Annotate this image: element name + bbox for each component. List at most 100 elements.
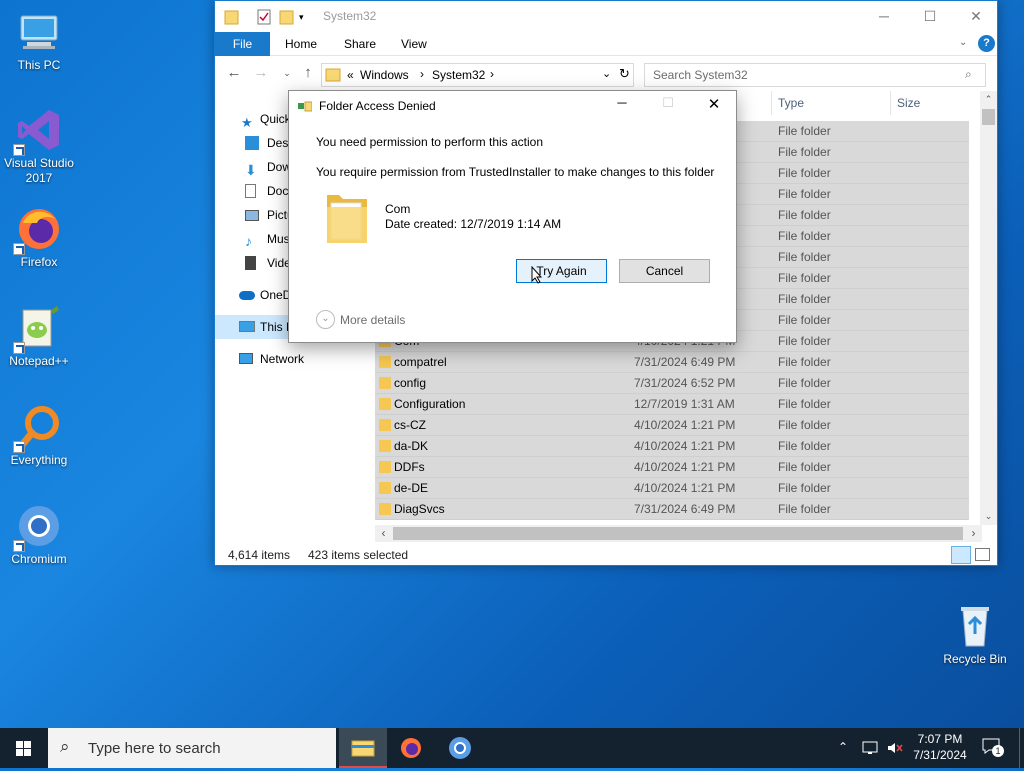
folder-icon	[325, 187, 369, 247]
desktop-icon-label: Everything	[10, 453, 68, 467]
file-type: File folder	[778, 124, 831, 138]
file-row[interactable]: Configuration 12/7/2019 1:31 AM File folde…	[375, 394, 969, 415]
file-type: File folder	[778, 355, 831, 369]
scroll-thumb[interactable]	[982, 109, 995, 125]
ribbon-tabs: File Home Share View ⌄ ?	[215, 32, 997, 56]
notepadpp-icon	[13, 304, 63, 354]
taskbar: ⌕ Type here to search ⌃ 7:07 PM 7/31/202…	[0, 728, 1024, 768]
new-folder-icon[interactable]	[279, 8, 295, 26]
desktop-icon-recycle-bin[interactable]: Recycle Bin	[937, 602, 1013, 667]
network-status-icon[interactable]	[862, 740, 880, 756]
file-row[interactable]: DDFs 4/10/2024 1:21 PM File folder	[375, 457, 969, 478]
desktop-icon-everything[interactable]: Everything	[1, 403, 77, 468]
back-arrow-icon[interactable]: ←	[224, 64, 244, 82]
refresh-icon[interactable]: ↻	[619, 66, 630, 82]
file-name: cs-CZ	[394, 418, 426, 432]
horizontal-scrollbar[interactable]: ‹ ›	[375, 525, 982, 542]
dialog-close-button[interactable]: ✕	[703, 95, 725, 117]
expand-ribbon-icon[interactable]: ⌄	[959, 37, 967, 48]
file-type: File folder	[778, 313, 831, 327]
address-bar[interactable]: « Windows › System32 › ⌄ ↻	[321, 63, 634, 87]
file-date: 4/10/2024 1:21 PM	[634, 460, 736, 474]
file-row[interactable]: da-DK 4/10/2024 1:21 PM File folder	[375, 436, 969, 457]
desktop-icon-firefox[interactable]: Firefox	[1, 205, 77, 270]
nav-label: Network	[260, 352, 305, 366]
search-input[interactable]: Search System32	[653, 68, 748, 82]
windows-logo-icon	[16, 741, 31, 756]
file-row[interactable]: config 7/31/2024 6:52 PM File folder	[375, 373, 969, 394]
breadcrumb-windows[interactable]: Windows	[360, 68, 409, 82]
desktop-icon-this-pc[interactable]: This PC	[1, 8, 77, 73]
folder-icon	[224, 8, 240, 26]
try-again-button[interactable]: Try Again	[516, 259, 607, 283]
tab-view[interactable]: View	[387, 32, 441, 56]
vertical-scrollbar[interactable]: ⌃ ⌄	[980, 91, 997, 525]
start-button[interactable]	[0, 728, 48, 768]
this-pc-icon	[15, 8, 63, 56]
taskbar-search-input[interactable]: Type here to search	[88, 740, 221, 757]
shortcut-arrow-icon	[13, 243, 25, 255]
notification-center-icon[interactable]: 1	[982, 738, 1004, 758]
more-details-toggle[interactable]: ⌄ More details	[316, 310, 436, 332]
help-icon[interactable]: ?	[978, 35, 995, 52]
file-row[interactable]: de-DE 4/10/2024 1:21 PM File folder	[375, 478, 969, 499]
scroll-thumb[interactable]	[393, 527, 963, 540]
desktop-icon-visual-studio[interactable]: Visual Studio 2017	[1, 106, 77, 186]
file-type: File folder	[778, 418, 831, 432]
properties-icon[interactable]	[256, 8, 272, 26]
scroll-up-icon[interactable]: ⌃	[980, 91, 997, 108]
large-icons-view-icon[interactable]	[975, 548, 990, 561]
taskbar-chromium[interactable]	[436, 728, 484, 768]
address-dropdown-icon[interactable]: ⌄	[602, 67, 611, 80]
customize-quick-access-icon[interactable]: ▾	[299, 8, 315, 26]
file-row[interactable]: compatrel 7/31/2024 6:49 PM File folder	[375, 352, 969, 373]
scroll-down-icon[interactable]: ⌄	[980, 508, 997, 525]
file-date: 7/31/2024 6:49 PM	[634, 502, 736, 516]
breadcrumb-separator-icon: ›	[420, 67, 424, 81]
column-header-size[interactable]: Size	[897, 91, 920, 115]
cancel-button[interactable]: Cancel	[619, 259, 710, 283]
maximize-button[interactable]: ☐	[907, 1, 953, 32]
up-arrow-icon[interactable]: ↑	[298, 64, 318, 82]
tab-share[interactable]: Share	[330, 32, 390, 56]
tab-file[interactable]: File	[215, 32, 270, 56]
taskbar-search-box[interactable]: ⌕ Type here to search	[48, 728, 336, 768]
file-name: DiagSvcs	[394, 502, 445, 516]
taskbar-firefox[interactable]	[387, 728, 435, 768]
file-type: File folder	[778, 229, 831, 243]
folder-icon	[379, 440, 391, 452]
scroll-right-icon[interactable]: ›	[965, 525, 982, 542]
file-row[interactable]: cs-CZ 4/10/2024 1:21 PM File folder	[375, 415, 969, 436]
window-title: System32	[323, 9, 377, 23]
recycle-bin-icon	[951, 602, 999, 650]
column-header-type[interactable]: Type	[778, 91, 804, 115]
tray-show-hidden-icon[interactable]: ⌃	[838, 740, 848, 756]
nav-network[interactable]: Network	[215, 347, 373, 371]
picture-icon	[245, 210, 259, 221]
recent-locations-icon[interactable]: ⌄	[277, 64, 297, 82]
desktop-icon-label: Chromium	[11, 552, 67, 566]
cloud-icon	[239, 291, 255, 300]
taskbar-file-explorer[interactable]	[339, 728, 387, 768]
volume-muted-icon[interactable]	[886, 740, 904, 756]
shortcut-arrow-icon	[13, 342, 25, 354]
show-desktop-button[interactable]	[1019, 728, 1024, 768]
forward-arrow-icon[interactable]: →	[251, 64, 271, 82]
search-box[interactable]: Search System32 ⌕	[644, 63, 986, 87]
tab-home[interactable]: Home	[271, 32, 331, 56]
network-icon	[239, 353, 253, 364]
breadcrumb-overflow[interactable]: «	[347, 68, 354, 82]
item-name: Com	[385, 202, 411, 216]
folder-icon	[379, 356, 391, 368]
minimize-button[interactable]: ─	[861, 1, 907, 32]
desktop-icon-chromium[interactable]: Chromium	[1, 502, 77, 567]
dialog-minimize-button[interactable]: ─	[611, 95, 633, 117]
clock[interactable]: 7:07 PM 7/31/2024	[908, 728, 972, 768]
close-button[interactable]: ✕	[953, 1, 999, 32]
breadcrumb-system32[interactable]: System32	[432, 68, 485, 82]
folder-icon	[379, 398, 391, 410]
scroll-left-icon[interactable]: ‹	[375, 525, 392, 542]
details-view-icon[interactable]	[951, 546, 971, 564]
file-row[interactable]: DiagSvcs 7/31/2024 6:49 PM File folder	[375, 499, 969, 520]
desktop-icon-notepadpp[interactable]: Notepad++	[1, 304, 77, 369]
